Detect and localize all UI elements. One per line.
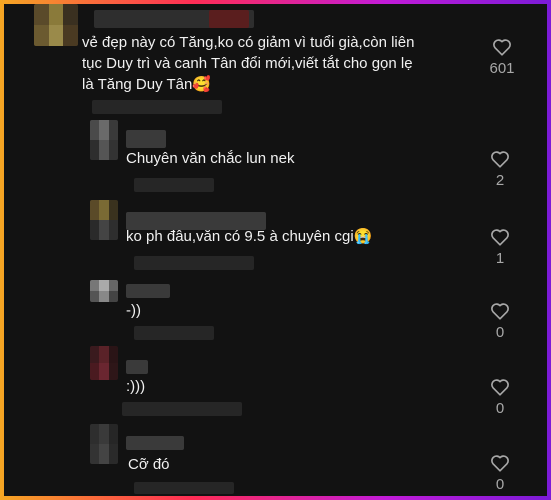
avatar[interactable]: [90, 200, 118, 240]
comment-text: -)): [126, 302, 141, 319]
comment-text: :))): [126, 378, 146, 395]
heart-icon: [491, 379, 509, 396]
heart-icon: [491, 229, 509, 246]
like-count: 1: [495, 250, 505, 267]
avatar[interactable]: [90, 280, 118, 302]
username-blurred[interactable]: [126, 130, 166, 148]
comment-text: Cỡ đó: [128, 456, 170, 473]
comment-text: vẻ đẹp này có Tăng,ko có giảm vì tuổi gi…: [82, 34, 415, 93]
comment-text: ko ph đâu,văn có 9.5 à chuyên cgi😭: [126, 228, 373, 245]
like-count: 0: [495, 400, 505, 417]
comment-text: Chuyên văn chắc lun nek: [126, 150, 295, 167]
like-count: 2: [495, 172, 505, 189]
heart-icon: [491, 303, 509, 320]
comment-meta-blurred: [134, 482, 234, 494]
comment-meta-blurred: [122, 402, 242, 416]
like-count: 601: [489, 60, 515, 77]
avatar[interactable]: [90, 346, 118, 380]
like-count: 0: [495, 476, 505, 493]
avatar[interactable]: [90, 424, 118, 464]
like-count: 0: [495, 324, 505, 341]
avatar[interactable]: [90, 120, 118, 160]
like-button[interactable]: 2: [480, 150, 520, 189]
comment-meta-blurred: [134, 256, 254, 270]
comment-meta-blurred: [134, 326, 214, 340]
comment-meta-blurred: [134, 178, 214, 192]
comments-panel: vẻ đẹp này có Tăng,ko có giảm vì tuổi gi…: [4, 4, 547, 496]
like-button[interactable]: 0: [480, 454, 520, 493]
heart-icon: [493, 39, 511, 56]
like-button[interactable]: 1: [480, 228, 520, 267]
username-blurred: [209, 10, 249, 28]
avatar[interactable]: [34, 4, 78, 46]
username-blurred[interactable]: [126, 436, 184, 450]
username-blurred[interactable]: [126, 360, 148, 374]
comment-meta-blurred: [92, 100, 222, 114]
like-button[interactable]: 601: [482, 38, 522, 77]
heart-icon: [491, 455, 509, 472]
username-blurred[interactable]: [126, 284, 170, 298]
like-button[interactable]: 0: [480, 302, 520, 341]
heart-icon: [491, 151, 509, 168]
like-button[interactable]: 0: [480, 378, 520, 417]
